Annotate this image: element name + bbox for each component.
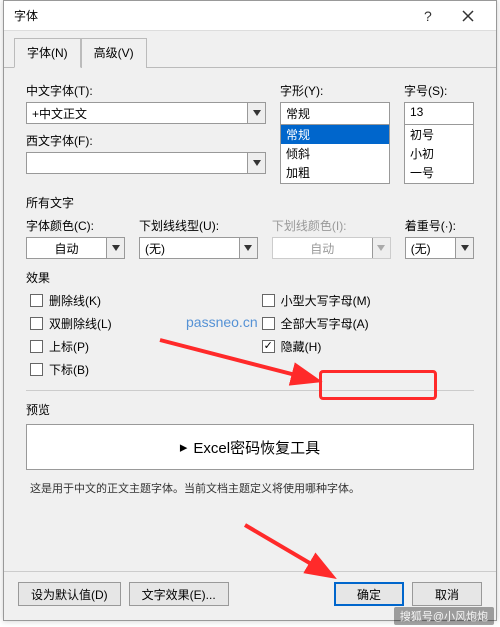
zh-font-label: 中文字体(T): bbox=[26, 82, 266, 99]
chevron-down-icon bbox=[239, 238, 257, 258]
effects-group: 删除线(K) 双删除线(L) 上标(P) 下标(B) 小型大写字母(M) 全部大… bbox=[26, 292, 474, 378]
font-color-label: 字体颜色(C): bbox=[26, 217, 125, 234]
zh-font-value: +中文正文 bbox=[27, 103, 247, 123]
set-default-button[interactable]: 设为默认值(D) bbox=[18, 582, 121, 606]
size-listbox[interactable]: 初号 小初 一号 bbox=[404, 124, 474, 184]
underline-style-combo[interactable]: (无) bbox=[139, 237, 258, 259]
all-text-label: 所有文字 bbox=[26, 194, 474, 211]
checkbox-icon bbox=[262, 317, 275, 330]
checkbox-icon bbox=[30, 363, 43, 376]
size-value: 13 bbox=[405, 103, 473, 124]
chevron-down-icon bbox=[455, 238, 473, 258]
checkbox-icon bbox=[30, 294, 43, 307]
west-font-combo[interactable] bbox=[26, 152, 266, 174]
font-color-value: 自动 bbox=[27, 238, 106, 258]
list-item[interactable]: 初号 bbox=[405, 125, 473, 144]
dialog-title: 字体 bbox=[14, 7, 408, 24]
ok-button[interactable]: 确定 bbox=[334, 582, 404, 606]
preview-text: Excel密码恢复工具 bbox=[193, 437, 320, 458]
size-label: 字号(S): bbox=[404, 82, 474, 99]
dialog-content: 中文字体(T): +中文正文 西文字体(F): 字形(Y): 常规 常规 bbox=[4, 68, 496, 504]
list-item[interactable]: 加粗 bbox=[281, 163, 389, 182]
style-label: 字形(Y): bbox=[280, 82, 390, 99]
help-icon: ? bbox=[421, 9, 435, 23]
font-color-combo[interactable]: 自动 bbox=[26, 237, 125, 259]
tab-font[interactable]: 字体(N) bbox=[14, 38, 81, 68]
zh-font-combo[interactable]: +中文正文 bbox=[26, 102, 266, 124]
checkbox-icon bbox=[262, 294, 275, 307]
chevron-down-icon bbox=[247, 103, 265, 123]
checkbox-icon bbox=[30, 317, 43, 330]
list-item[interactable]: 常规 bbox=[281, 125, 389, 144]
list-item[interactable]: 一号 bbox=[405, 163, 473, 182]
style-listbox[interactable]: 常规 倾斜 加粗 bbox=[280, 124, 390, 184]
style-value: 常规 bbox=[281, 103, 389, 124]
tab-strip: 字体(N) 高级(V) bbox=[4, 31, 496, 68]
preview-box: ▸Excel密码恢复工具 bbox=[26, 424, 474, 470]
preview-label: 预览 bbox=[26, 401, 474, 418]
help-button[interactable]: ? bbox=[408, 2, 448, 30]
small-caps-checkbox[interactable]: 小型大写字母(M) bbox=[262, 292, 371, 309]
underline-color-label: 下划线颜色(I): bbox=[272, 217, 391, 234]
font-dialog: 字体 ? 字体(N) 高级(V) 中文字体(T): +中文正文 西文字体(F): bbox=[3, 0, 497, 621]
style-input[interactable]: 常规 bbox=[280, 102, 390, 124]
underline-style-label: 下划线线型(U): bbox=[139, 217, 258, 234]
close-button[interactable] bbox=[448, 2, 488, 30]
double-strike-checkbox[interactable]: 双删除线(L) bbox=[30, 315, 112, 332]
west-font-label: 西文字体(F): bbox=[26, 132, 266, 149]
emphasis-label: 着重号(·): bbox=[405, 217, 474, 234]
chevron-down-icon bbox=[247, 153, 265, 173]
titlebar: 字体 ? bbox=[4, 1, 496, 31]
strikethrough-checkbox[interactable]: 删除线(K) bbox=[30, 292, 112, 309]
all-caps-checkbox[interactable]: 全部大写字母(A) bbox=[262, 315, 371, 332]
list-item[interactable]: 小初 bbox=[405, 144, 473, 163]
effects-label: 效果 bbox=[26, 269, 474, 286]
emphasis-value: (无) bbox=[406, 238, 455, 258]
text-effects-button[interactable]: 文字效果(E)... bbox=[129, 582, 229, 606]
subscript-checkbox[interactable]: 下标(B) bbox=[30, 361, 112, 378]
west-font-value bbox=[27, 153, 247, 173]
tab-advanced[interactable]: 高级(V) bbox=[81, 38, 147, 68]
image-credit: 搜狐号@小风炮炮 bbox=[394, 607, 494, 625]
list-item[interactable]: 倾斜 bbox=[281, 144, 389, 163]
size-input[interactable]: 13 bbox=[404, 102, 474, 124]
chevron-down-icon bbox=[106, 238, 124, 258]
close-icon bbox=[462, 10, 474, 22]
chevron-down-icon bbox=[372, 238, 390, 258]
svg-text:?: ? bbox=[424, 9, 432, 23]
emphasis-combo[interactable]: (无) bbox=[405, 237, 474, 259]
preview-hint: 这是用于中文的正文主题字体。当前文档主题定义将使用哪种字体。 bbox=[30, 480, 474, 496]
superscript-checkbox[interactable]: 上标(P) bbox=[30, 338, 112, 355]
hidden-checkbox[interactable]: 隐藏(H) bbox=[262, 338, 371, 355]
underline-color-combo: 自动 bbox=[272, 237, 391, 259]
underline-style-value: (无) bbox=[140, 238, 239, 258]
checkbox-icon bbox=[262, 340, 275, 353]
checkbox-icon bbox=[30, 340, 43, 353]
cancel-button[interactable]: 取消 bbox=[412, 582, 482, 606]
underline-color-value: 自动 bbox=[273, 238, 372, 258]
